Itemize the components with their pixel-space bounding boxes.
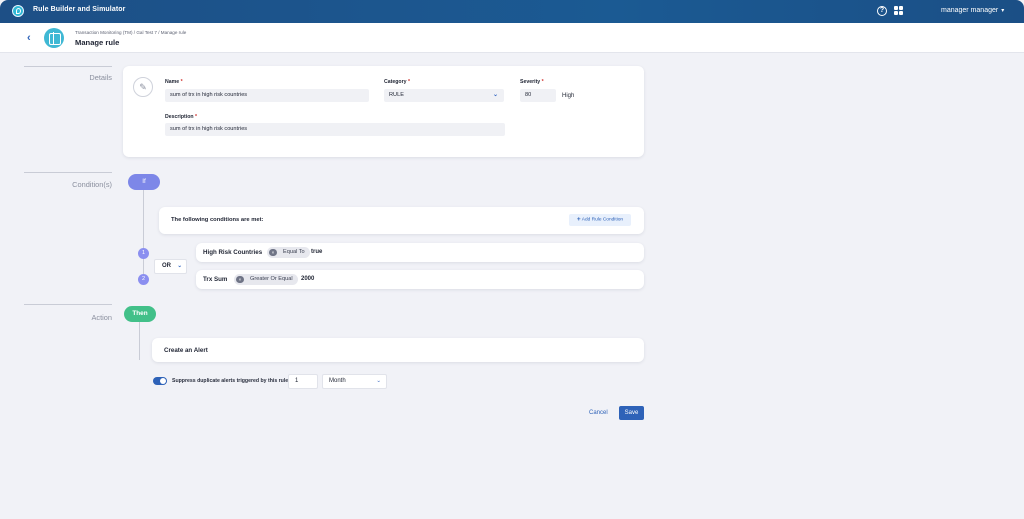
conditions-header-card: The following conditions are met: + Add …	[159, 207, 644, 234]
name-input[interactable]: sum of trx in high risk countries	[165, 89, 369, 102]
section-divider	[24, 172, 112, 173]
page-header: ‹	[0, 23, 1024, 53]
condition-row[interactable]: Trx Sum × Greater Or Equal 2000	[196, 270, 644, 289]
logical-operator-select[interactable]: OR ⌄	[154, 259, 187, 274]
suppress-period-input[interactable]: 1	[288, 374, 318, 389]
comparator-label: Greater Or Equal	[250, 276, 293, 282]
chevron-down-icon: ▾	[1001, 8, 1005, 14]
add-rule-condition-button[interactable]: + Add Rule Condition	[569, 214, 631, 226]
description-input[interactable]: sum of trx in high risk countries	[165, 123, 505, 136]
breadcrumb[interactable]: Transaction Monitoring (TM) / Gal Test 7…	[75, 30, 186, 35]
flow-connector	[139, 322, 140, 360]
section-label-action: Action	[91, 313, 112, 322]
plus-icon: +	[576, 216, 581, 223]
severity-level-text: High	[562, 93, 575, 99]
close-icon[interactable]: ×	[236, 276, 244, 283]
section-divider	[24, 66, 112, 67]
app-frame: Rule Builder and Simulator ? manager man…	[0, 0, 1024, 519]
cancel-button[interactable]: Cancel	[589, 410, 608, 416]
action-text: Create an Alert	[164, 347, 208, 354]
chevron-down-icon: ⌄	[492, 92, 498, 98]
save-button[interactable]: Save	[619, 406, 644, 420]
section-label-conditions: Condition(s)	[72, 180, 112, 189]
rule-icon	[44, 28, 64, 48]
close-icon[interactable]: ×	[269, 249, 277, 256]
suppress-duplicates-label: Suppress duplicate alerts triggered by t…	[172, 378, 289, 384]
category-select[interactable]: RULE ⌄	[384, 89, 504, 102]
back-arrow-icon[interactable]: ‹	[27, 32, 31, 44]
top-bar: Rule Builder and Simulator ? manager man…	[0, 0, 1024, 23]
period-unit-value: Month	[329, 378, 346, 384]
condition-row[interactable]: High Risk Countries × Equal To true	[196, 243, 644, 262]
if-pill[interactable]: If	[128, 174, 160, 190]
condition-index-badge: 1	[138, 248, 149, 259]
comparator-label: Equal To	[283, 249, 305, 255]
chevron-down-icon: ⌄	[177, 263, 182, 269]
user-name: manager manager	[941, 7, 999, 14]
suppress-period-unit-select[interactable]: Month ⌄	[322, 374, 387, 389]
comparator-chip[interactable]: × Equal To	[267, 247, 310, 258]
description-label: Description *	[165, 114, 198, 120]
page-title: Manage rule	[75, 38, 120, 47]
severity-input[interactable]: 80	[520, 89, 556, 102]
comparator-chip[interactable]: × Greater Or Equal	[234, 274, 298, 285]
flow-connector	[143, 190, 144, 284]
section-divider	[24, 304, 112, 305]
help-icon[interactable]: ?	[877, 6, 887, 16]
severity-label: Severity *	[520, 79, 544, 85]
app-logo-icon[interactable]	[12, 5, 24, 17]
condition-field: High Risk Countries	[203, 249, 263, 256]
section-label-details: Details	[89, 73, 112, 82]
action-card[interactable]: Create an Alert	[152, 338, 644, 362]
details-card: ✎ Name * sum of trx in high risk countri…	[123, 66, 644, 157]
operator-value: OR	[162, 263, 171, 269]
pencil-icon[interactable]: ✎	[133, 77, 153, 97]
name-label: Name *	[165, 79, 183, 85]
suppress-duplicates-toggle[interactable]	[153, 377, 167, 385]
condition-index-badge: 2	[138, 274, 149, 285]
conditions-header-text: The following conditions are met:	[171, 217, 264, 223]
then-pill[interactable]: Then	[124, 306, 156, 322]
app-title: Rule Builder and Simulator	[33, 6, 126, 13]
apps-grid-icon[interactable]	[894, 6, 903, 15]
condition-value[interactable]: true	[311, 249, 322, 255]
user-menu[interactable]: manager manager ▾	[941, 7, 1004, 14]
chevron-down-icon: ⌄	[376, 378, 381, 384]
condition-field: Trx Sum	[203, 276, 228, 283]
category-value: RULE	[389, 92, 404, 98]
category-label: Category *	[384, 79, 410, 85]
condition-value[interactable]: 2000	[301, 276, 314, 282]
